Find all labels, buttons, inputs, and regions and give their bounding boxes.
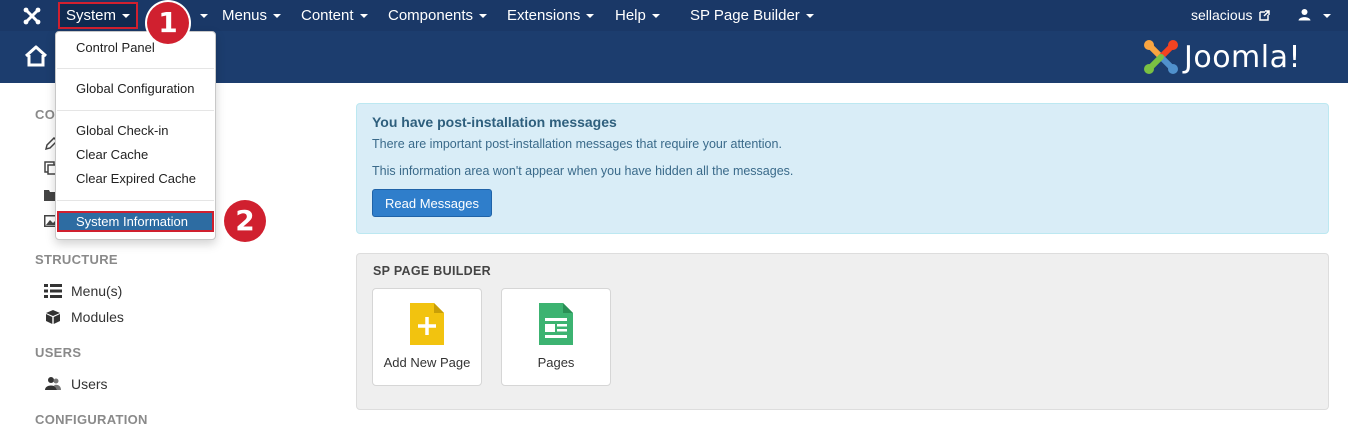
read-messages-button[interactable]: Read Messages — [372, 189, 492, 217]
nav-menus[interactable]: Menus — [222, 0, 282, 31]
site-link[interactable]: sellacious — [1191, 0, 1271, 31]
sidebar-heading-users: USERS — [35, 345, 82, 360]
sppb-panel: SP PAGE BUILDER Add New Page Pages — [356, 253, 1329, 410]
sidebar-heading-structure: STRUCTURE — [35, 252, 118, 267]
tile-label: Add New Page — [383, 355, 471, 370]
sidebar-item-users[interactable]: Users — [44, 376, 108, 392]
nav-help[interactable]: Help — [615, 0, 660, 31]
user-icon — [1298, 9, 1311, 21]
menu-item-clear-expired-cache[interactable]: Clear Expired Cache — [57, 169, 214, 189]
sidebar-item-label: Users — [71, 376, 108, 392]
alert-title: You have post-installation messages — [372, 114, 617, 130]
chevron-down-icon — [805, 14, 814, 19]
nav-extensions-label: Extensions — [507, 7, 581, 24]
alert-line-1: There are important post-installation me… — [372, 137, 782, 151]
chevron-down-icon — [273, 14, 282, 19]
nav-extensions[interactable]: Extensions — [507, 0, 595, 31]
add-page-icon — [410, 303, 444, 345]
list-icon — [44, 284, 62, 298]
nav-sp-page-builder[interactable]: SP Page Builder — [690, 0, 814, 31]
user-menu[interactable] — [1298, 0, 1331, 31]
callout-step-2: 2 — [224, 200, 266, 242]
chevron-down-icon — [200, 14, 208, 19]
sidebar-heading-content: CO — [35, 107, 56, 122]
joomla-brand-icon — [1144, 40, 1178, 74]
menu-item-system-information[interactable]: System Information — [57, 211, 214, 232]
joomla-brand: Joomla! — [1142, 39, 1301, 75]
chevron-down-icon — [122, 14, 131, 19]
nav-sp-page-builder-label: SP Page Builder — [690, 7, 800, 24]
nav-components[interactable]: Components — [388, 0, 488, 31]
nav-components-label: Components — [388, 7, 474, 24]
brand-name: Joomla! — [1184, 39, 1302, 75]
pages-icon — [539, 303, 573, 345]
menu-item-global-check-in[interactable]: Global Check-in — [57, 121, 214, 141]
chevron-down-icon — [586, 14, 595, 19]
joomla-logo-icon[interactable] — [22, 6, 42, 26]
nav-help-label: Help — [615, 7, 646, 24]
alert-line-2: This information area won't appear when … — [372, 164, 794, 178]
nav-content[interactable]: Content — [301, 0, 368, 31]
panel-title: SP PAGE BUILDER — [373, 264, 491, 278]
callout-step-1: 1 — [147, 2, 189, 44]
chevron-down-icon — [479, 14, 488, 19]
sidebar-item-modules[interactable]: Modules — [44, 309, 124, 325]
users-icon — [45, 377, 61, 390]
post-install-alert: You have post-installation messages Ther… — [356, 103, 1329, 234]
nav-system[interactable]: System — [58, 2, 139, 29]
system-dropdown-menu: Control Panel Global Configuration Globa… — [55, 31, 216, 240]
cube-icon — [46, 310, 60, 324]
menu-item-clear-cache[interactable]: Clear Cache — [57, 145, 214, 165]
chevron-down-icon — [359, 14, 368, 19]
sidebar-item-label: Menu(s) — [71, 283, 123, 299]
menu-item-control-panel[interactable]: Control Panel — [57, 38, 214, 58]
menu-divider — [57, 200, 214, 201]
tile-pages[interactable]: Pages — [501, 288, 611, 386]
external-link-icon — [1259, 10, 1271, 21]
nav-system-label: System — [66, 7, 117, 24]
chevron-down-icon — [651, 14, 660, 19]
tile-add-new-page[interactable]: Add New Page — [372, 288, 482, 386]
nav-users-hidden[interactable] — [194, 0, 208, 31]
nav-content-label: Content — [301, 7, 354, 24]
site-link-label: sellacious — [1191, 7, 1253, 23]
menu-divider — [57, 110, 214, 111]
chevron-down-icon — [1322, 14, 1331, 19]
home-icon[interactable] — [24, 45, 48, 67]
nav-menus-label: Menus — [222, 7, 268, 24]
sidebar-item-menus[interactable]: Menu(s) — [44, 283, 122, 299]
tile-label: Pages — [537, 355, 575, 370]
menu-item-global-configuration[interactable]: Global Configuration — [57, 79, 214, 99]
sidebar-item-label: Modules — [71, 309, 124, 325]
top-navbar: System Menus Content Components Extensio… — [0, 0, 1348, 31]
sidebar-heading-configuration: CONFIGURATION — [35, 412, 148, 427]
menu-divider — [57, 68, 214, 69]
